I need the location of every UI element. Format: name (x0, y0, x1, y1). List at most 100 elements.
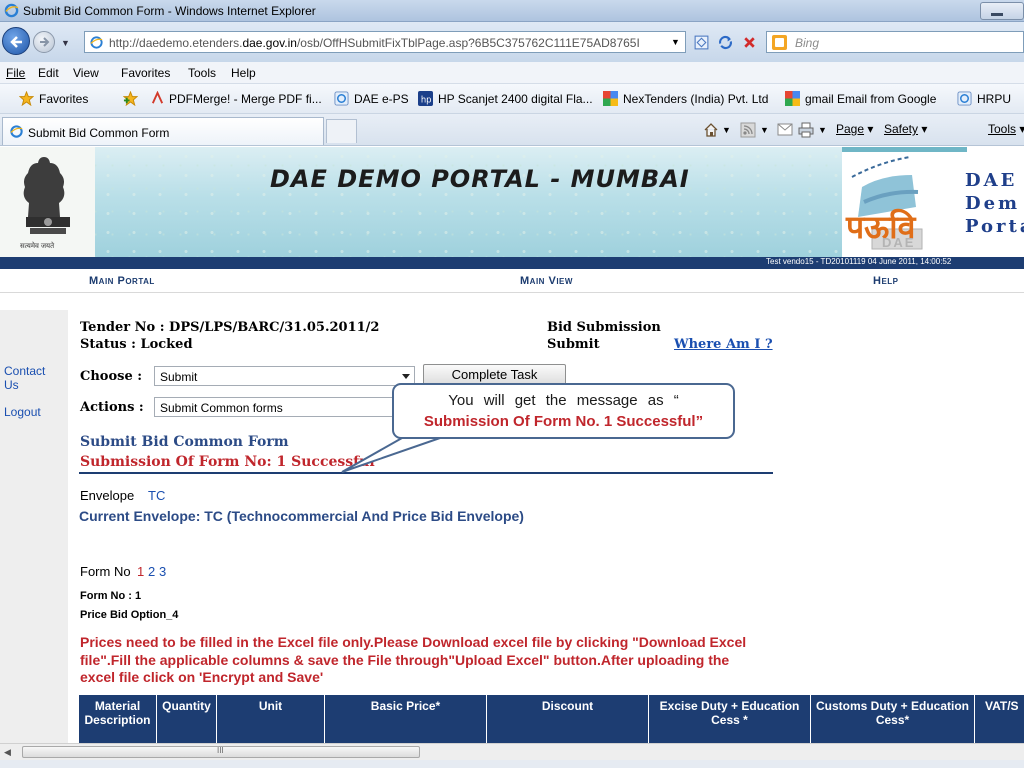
column-header-vat: VAT/S (985, 699, 1019, 713)
home-dropdown-icon[interactable]: ▼ (722, 125, 731, 135)
menu-tools[interactable]: Tools (188, 66, 216, 80)
address-toolbar: ▼ http://daedemo.etenders.dae.gov.in/osb… (0, 22, 1024, 62)
mail-icon[interactable] (777, 123, 793, 137)
scrollbar-grip: III (217, 746, 224, 755)
scroll-left-icon[interactable]: ◀ (4, 747, 11, 758)
ie-logo-icon (4, 3, 19, 18)
bid-submission-label: Bid Submission (547, 320, 661, 335)
form-heading: Submit Bid Common Form (80, 434, 289, 450)
main-view-link[interactable]: Main View (520, 275, 573, 287)
logo-text-line1: DAE (965, 170, 1018, 191)
safety-menu[interactable]: Safety ▾ (884, 122, 927, 136)
url-domain: dae.gov.in (242, 36, 297, 50)
new-tab-button[interactable] (326, 119, 357, 143)
callout-line1: You will get the message as “ (448, 392, 679, 409)
main-portal-link[interactable]: Main Portal (89, 275, 155, 287)
envelope-label: Envelope (80, 488, 135, 503)
home-icon[interactable] (703, 122, 719, 138)
favorite-nextenders[interactable]: NexTenders (India) Pvt. Ltd (623, 92, 768, 106)
print-icon[interactable] (798, 122, 814, 138)
menu-view[interactable]: View (73, 66, 99, 80)
user-info-strip: Test vendo15 - TD20101119 04 June 2011, … (0, 257, 1024, 269)
window-title-bar: Submit Bid Common Form - Windows Interne… (0, 0, 1024, 22)
help-link[interactable]: Help (873, 275, 899, 287)
tab-bar: Submit Bid Common Form ▼ ▼ ▼ Page ▾ Safe… (0, 114, 1024, 146)
search-placeholder: Bing (795, 36, 820, 50)
tab-label: Submit Bid Common Form (28, 126, 170, 140)
favorite-gmail[interactable]: gmail Email from Google (805, 92, 936, 106)
portal-top-links: Main Portal Main View Help (0, 269, 1024, 293)
ie-page-icon (334, 91, 349, 106)
logo-dae-subtext: DAE (882, 235, 916, 250)
svg-text:hp: hp (421, 94, 432, 104)
emblem-icon (23, 157, 70, 234)
menu-help[interactable]: Help (231, 66, 256, 80)
portal-banner: सत्यमेव जयते DAE DEMO PORTAL - MUMBAI पऊ… (0, 147, 1024, 257)
back-button[interactable] (2, 27, 30, 55)
stop-icon[interactable] (741, 34, 758, 51)
status-bar (0, 760, 1024, 768)
choose-label: Choose : (80, 369, 143, 384)
banner-pattern (95, 147, 845, 257)
tender-number: Tender No : DPS/LPS/BARC/31.05.2011/2 (80, 320, 380, 335)
complete-task-button[interactable]: Complete Task (423, 364, 566, 385)
column-header-discount: Discount (487, 695, 649, 743)
url-dropdown-icon[interactable]: ▼ (671, 37, 680, 47)
refresh-icon[interactable] (717, 34, 734, 51)
tools-menu[interactable]: Tools ▾ (988, 122, 1024, 136)
history-dropdown-icon[interactable]: ▼ (61, 38, 70, 48)
favorite-hp-scanjet[interactable]: HP Scanjet 2400 digital Fla... (438, 92, 593, 106)
bing-icon (772, 35, 787, 50)
url-text: http://daedemo.etenders.dae.gov.in/osb/O… (109, 36, 640, 50)
logout-link[interactable]: Logout (4, 405, 41, 419)
form-link-1[interactable]: 1 (137, 564, 144, 579)
form-link-2[interactable]: 2 (148, 564, 155, 579)
scrollbar-thumb[interactable]: III (22, 746, 420, 758)
feeds-dropdown-icon[interactable]: ▼ (760, 125, 769, 135)
menu-file[interactable]: File (6, 66, 25, 80)
minimize-button[interactable] (980, 2, 1024, 20)
chevron-down-icon (402, 374, 410, 379)
menu-edit[interactable]: Edit (38, 66, 59, 80)
favorite-pdfmerge[interactable]: PDFMerge! - Merge PDF fi... (169, 92, 322, 106)
submit-stage-label: Submit (547, 337, 600, 352)
hp-icon: hp (418, 91, 433, 106)
choose-select-value: Submit (160, 370, 198, 384)
current-envelope: Current Envelope: TC (Technocommercial A… (79, 508, 524, 524)
forward-button[interactable] (33, 31, 55, 53)
menu-favorites[interactable]: Favorites (121, 66, 170, 80)
form-link-3[interactable]: 3 (159, 564, 166, 579)
minimize-icon (991, 13, 1003, 16)
horizontal-scrollbar[interactable]: ◀ III (0, 743, 1024, 760)
emblem-caption: सत्यमेव जयते (20, 243, 55, 250)
envelope-tc-link[interactable]: TC (148, 488, 165, 503)
form-no-label: Form No (80, 564, 131, 579)
actions-select[interactable]: Submit Common forms (154, 397, 415, 417)
favorite-hrpu[interactable]: HRPU (977, 92, 1011, 106)
favorites-button[interactable]: Favorites (39, 92, 88, 106)
page-menu[interactable]: Page ▾ (836, 122, 873, 136)
instruction-line-1: Prices need to be filled in the Excel fi… (80, 634, 747, 650)
window-title: Submit Bid Common Form - Windows Interne… (23, 4, 316, 18)
ie-logo-icon (10, 125, 23, 138)
compatibility-view-icon[interactable] (693, 34, 710, 51)
choose-select[interactable]: Submit (154, 366, 415, 386)
column-header-basic-price: Basic Price* (325, 695, 487, 743)
callout-line2: Submission Of Form No. 1 Successful” (423, 413, 704, 430)
add-favorite-icon[interactable] (123, 91, 138, 106)
contact-us-link[interactable]: Contact Us (4, 364, 45, 392)
url-field[interactable]: http://daedemo.etenders.dae.gov.in/osb/O… (84, 31, 686, 53)
column-header-customs-duty: Customs Duty + Education Cess* (811, 695, 975, 743)
google-icon (603, 91, 618, 106)
pdf-icon (151, 91, 164, 104)
back-arrow-icon (10, 36, 22, 48)
tab-submit-bid[interactable]: Submit Bid Common Form (2, 117, 324, 145)
instruction-line-2: file".Fill the applicable columns & save… (80, 652, 730, 668)
where-am-i-link[interactable]: Where Am I ? (674, 337, 773, 352)
print-dropdown-icon[interactable]: ▼ (818, 125, 827, 135)
feeds-icon[interactable] (740, 122, 756, 138)
favorites-bar: Favorites PDFMerge! - Merge PDF fi... DA… (0, 84, 1024, 114)
price-table-header: Material Description Quantity Unit Basic… (79, 695, 1024, 743)
favorite-dae-eps[interactable]: DAE e-PS (354, 92, 409, 106)
search-field[interactable]: Bing (766, 31, 1024, 53)
